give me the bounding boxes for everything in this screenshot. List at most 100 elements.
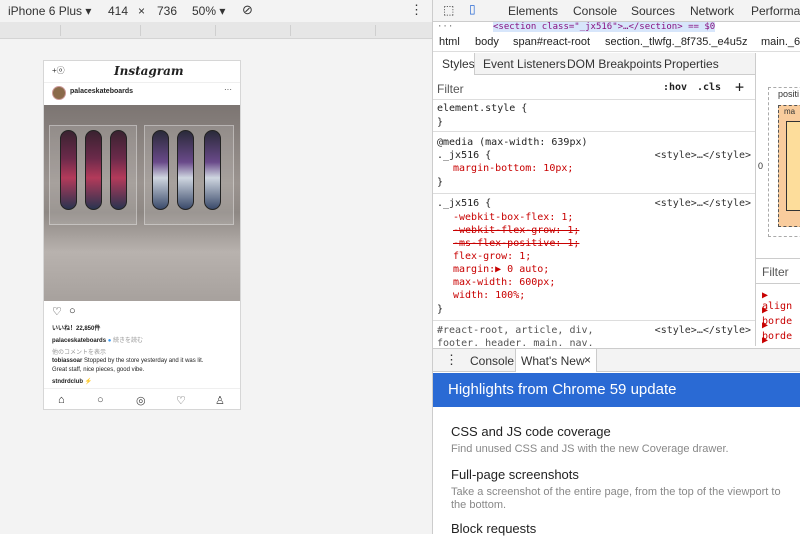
position-left-value[interactable]: 0 (758, 161, 763, 171)
border-box[interactable] (786, 121, 800, 211)
post-image[interactable] (44, 105, 240, 301)
tab-console[interactable]: Console (573, 4, 617, 18)
close-icon[interactable]: × (584, 353, 591, 367)
zoom-select[interactable]: 50% ▾ (192, 4, 225, 18)
rule2-prop-max-width[interactable]: max-width: 600px; (453, 277, 555, 288)
caption: palaceskateboards ● 続きを読む (52, 335, 143, 344)
drawer-tabbar: ⋮ Console What's New × (433, 348, 800, 372)
media-query-ruler (0, 22, 432, 39)
lightning-emoji-icon: ⚡ (84, 379, 93, 385)
highlights-banner: Highlights from Chrome 59 update (433, 373, 800, 407)
subtab-dom-breakpoints[interactable]: DOM Breakpoints (567, 57, 662, 71)
post-header: palaceskateboards ··· (44, 83, 240, 103)
zoom-value: 50% (192, 4, 217, 18)
width-input[interactable]: 414 (108, 4, 128, 18)
rule2-prop-flex-positive[interactable]: -ms-flex-positive: 1; (453, 238, 579, 249)
drawer-menu-icon[interactable]: ⋮ (445, 352, 458, 368)
selected-node-text: <section class="_jx516">…</section> == $… (493, 22, 716, 32)
comment-icon[interactable]: ○ (69, 305, 76, 317)
device-select[interactable]: iPhone 6 Plus ▾ (8, 4, 91, 18)
device-toggle-icon[interactable]: ▯ (469, 2, 476, 16)
phone-viewport: +ⓞ Instagram palaceskateboards ··· ♡ ○ い… (43, 60, 241, 410)
subtab-properties[interactable]: Properties (664, 57, 719, 71)
breadcrumb-react-root[interactable]: span#react-root (513, 36, 590, 48)
avatar[interactable] (52, 86, 66, 100)
styles-filter-input[interactable]: Filter (437, 82, 464, 96)
rule2-prop-width[interactable]: width: 100%; (453, 290, 525, 301)
rotate-icon[interactable]: ⊘ (242, 2, 253, 18)
comment-1: tobiassoar Stopped by the store yesterda… (52, 358, 203, 364)
rule1-source-link[interactable]: <style>…</style> (655, 150, 751, 161)
feature-2-title[interactable]: Full-page screenshots (451, 467, 579, 482)
tab-network[interactable]: Network (690, 4, 734, 18)
comment-2-user[interactable]: stndrdclub (52, 379, 83, 385)
rule2-source-link[interactable]: <style>…</style> (655, 198, 751, 209)
profile-icon[interactable]: ♙ (215, 394, 225, 407)
rule3-selector-line2: footer, header, main, nav, (437, 338, 594, 346)
comment-2: stndrdclub ⚡ (52, 378, 92, 385)
view-comments-link[interactable]: 他のコメントを表示 (52, 347, 106, 356)
element-style-selector[interactable]: element.style { (437, 103, 527, 114)
rule1-margin-bottom[interactable]: margin-bottom: 10px; (453, 163, 573, 174)
subtab-styles[interactable]: Styles (433, 53, 475, 75)
comment-1-text-line2: Great staff, nice pieces, good vibe. (52, 367, 145, 373)
rule2-prop-flex-grow[interactable]: flex-grow: 1; (453, 251, 531, 262)
instagram-bottom-nav: ⌂ ○ ◎ ♡ ♙ (44, 388, 240, 410)
computed-filter-input[interactable]: Filter (762, 265, 789, 279)
camera-icon[interactable]: ◎ (136, 394, 146, 407)
drawer-tab-console[interactable]: Console (470, 354, 514, 368)
verified-icon: ● (107, 338, 112, 344)
rule1-selector[interactable]: ._jx516 { (437, 150, 491, 161)
tab-performance[interactable]: Performan (751, 4, 800, 18)
breadcrumb-html[interactable]: html (439, 36, 460, 48)
rule3-selector[interactable]: #react-root, article, div, (437, 325, 594, 336)
comment-1-user[interactable]: tobiassoar (52, 358, 82, 364)
dimension-separator: × (138, 4, 146, 18)
devtools-panel: ⬚ ▯ Elements Console Sources Network Per… (432, 0, 800, 536)
hov-toggle[interactable]: :hov (663, 82, 687, 93)
rule2-prop-margin[interactable]: margin:▶ 0 auto; (453, 264, 549, 275)
tab-elements[interactable]: Elements (508, 4, 558, 18)
computed-box-model: positi ma 0 Filter ▶ align ▶ borde ▶ bor… (755, 53, 800, 346)
rule2-prop-flex-grow-webkit[interactable]: -webkit-flex-grow: 1; (453, 225, 579, 236)
add-user-icon[interactable]: +ⓞ (52, 65, 65, 76)
cls-toggle[interactable]: .cls (697, 82, 721, 93)
post-actions: ♡ ○ (44, 305, 240, 321)
computed-prop-4[interactable]: ▶ borde (762, 335, 800, 346)
selected-dom-node[interactable]: ··· <section class="_jx516">…</section> … (433, 22, 800, 34)
feature-2-desc: Take a screenshot of the entire page, fr… (451, 486, 781, 498)
comment-1-text: Stopped by the store yesterday and it wa… (84, 358, 204, 364)
post-username[interactable]: palaceskateboards (70, 88, 133, 95)
subtab-event-listeners[interactable]: Event Listeners (483, 57, 566, 71)
height-input[interactable]: 736 (157, 4, 177, 18)
instagram-header: +ⓞ Instagram (44, 61, 240, 83)
read-more-link[interactable]: 続きを読む (113, 338, 143, 344)
inspect-element-icon[interactable]: ⬚ (443, 3, 454, 17)
feature-1-desc: Find unused CSS and JS with the new Cove… (451, 443, 729, 455)
rule2-prop-box-flex[interactable]: -webkit-box-flex: 1; (453, 212, 573, 223)
feature-1-title[interactable]: CSS and JS code coverage (451, 424, 611, 439)
search-icon[interactable]: ○ (97, 394, 104, 406)
instagram-logo[interactable]: Instagram (114, 64, 184, 78)
styles-pane: Filter :hov .cls + element.style { } @me… (433, 76, 755, 346)
device-toolbar: iPhone 6 Plus ▾ 414 × 736 50% ▾ ⊘ ⋮ (0, 0, 432, 22)
feature-2-desc-line2: the bottom. (451, 499, 507, 511)
rule2-selector[interactable]: ._jx516 { (437, 198, 491, 209)
caption-user[interactable]: palaceskateboards (52, 338, 106, 344)
heart-icon[interactable]: ♡ (52, 305, 62, 318)
breadcrumb-body[interactable]: body (475, 36, 499, 48)
breadcrumb-main[interactable]: main._6 (761, 36, 800, 48)
device-name: iPhone 6 Plus (8, 4, 83, 18)
more-options-icon[interactable]: ⋮ (410, 2, 423, 18)
media-query: @media (max-width: 639px) (437, 137, 588, 148)
more-icon[interactable]: ··· (224, 85, 232, 94)
home-icon[interactable]: ⌂ (58, 394, 65, 406)
rule-close-brace: } (437, 117, 444, 128)
elements-subtabs: Styles Event Listeners DOM Breakpoints P… (433, 53, 755, 75)
rule3-source-link[interactable]: <style>…</style> (655, 325, 751, 336)
drawer-tab-whats-new[interactable]: What's New × (515, 349, 597, 372)
breadcrumb-section[interactable]: section._tlwfg._8f735._e4u5z (605, 36, 748, 48)
tab-sources[interactable]: Sources (631, 4, 675, 18)
activity-heart-icon[interactable]: ♡ (176, 394, 186, 407)
new-rule-button[interactable]: + (735, 78, 744, 96)
